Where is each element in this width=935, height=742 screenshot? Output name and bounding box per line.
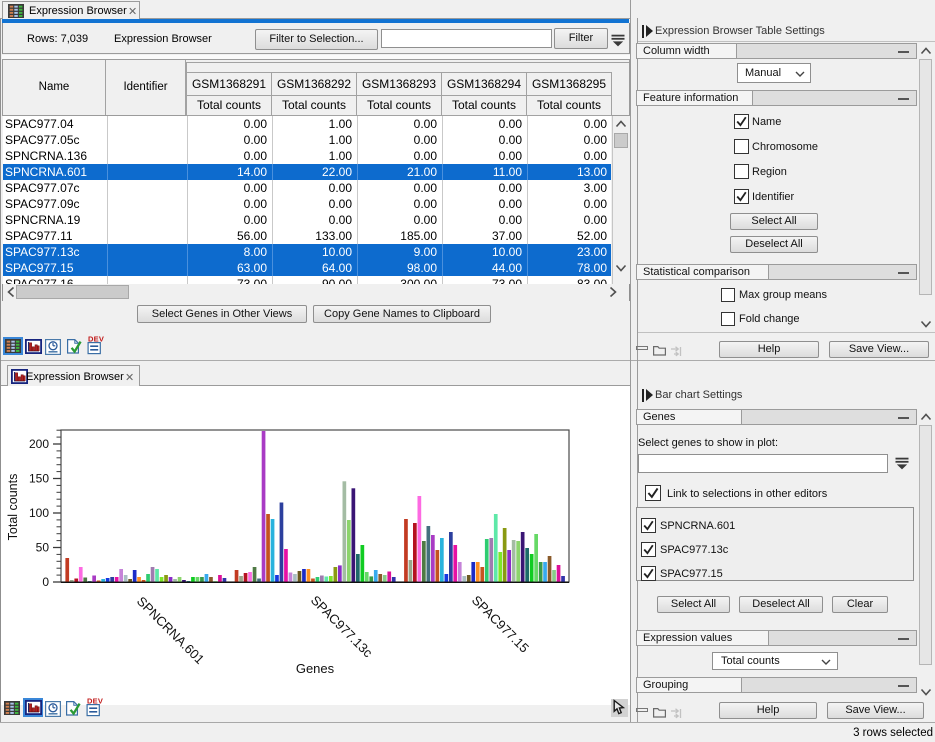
svg-text:0: 0: [42, 575, 49, 589]
svg-text:Genes: Genes: [296, 661, 335, 676]
svg-text:Total counts: Total counts: [6, 474, 20, 541]
svg-text:150: 150: [29, 472, 49, 486]
svg-text:100: 100: [29, 506, 49, 520]
svg-text:200: 200: [29, 437, 49, 451]
svg-text:50: 50: [36, 541, 50, 555]
